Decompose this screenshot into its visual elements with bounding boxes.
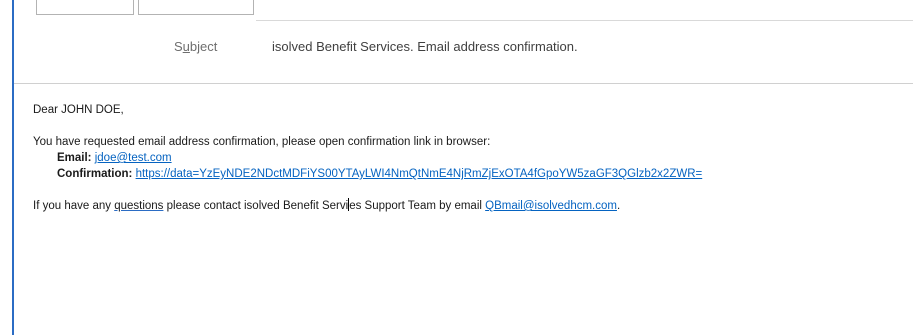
closing-text: If you have any — [33, 200, 115, 212]
closing-text: es Support Team by email — [349, 200, 486, 212]
support-email-link[interactable]: QBmail@isolvedhcm.com — [485, 200, 617, 212]
email-link[interactable]: jdoe@test.com — [95, 152, 172, 164]
confirmation-label: Confirmation: — [57, 168, 133, 180]
confirmation-link[interactable]: https://data=YzEyNDE2NDctMDFiYS00YTAyLWI… — [136, 168, 703, 180]
subject-label-part: bject — [189, 39, 218, 54]
email-label: Email: — [57, 152, 92, 164]
subject-label-accesskey: u — [182, 39, 190, 54]
header-field-box[interactable] — [138, 0, 254, 15]
closing-text: . — [616, 200, 621, 212]
header-field-box[interactable] — [36, 0, 134, 15]
greeting: Dear JOHN DOE, — [33, 104, 124, 116]
subject-label: Subject — [174, 39, 217, 54]
message-header: Subject isolved Benefit Services. Email … — [14, 0, 913, 83]
email-line: Email: jdoe@test.com — [33, 150, 903, 166]
header-field-line — [256, 20, 913, 21]
closing-text: please contact isolved Benefit Servi — [163, 200, 349, 212]
message-body[interactable]: Dear JOHN DOE, You have requested email … — [33, 102, 903, 214]
questions-link[interactable]: questions — [114, 200, 163, 212]
subject-label-part: S — [174, 39, 183, 54]
email-window: Subject isolved Benefit Services. Email … — [0, 0, 913, 335]
closing-line: If you have any questions please contact… — [33, 198, 903, 214]
subject-value: isolved Benefit Services. Email address … — [272, 39, 578, 54]
confirmation-line: Confirmation: https://data=YzEyNDE2NDctM… — [33, 166, 903, 182]
header-divider — [14, 83, 913, 84]
intro-text: You have requested email address confirm… — [33, 136, 491, 148]
